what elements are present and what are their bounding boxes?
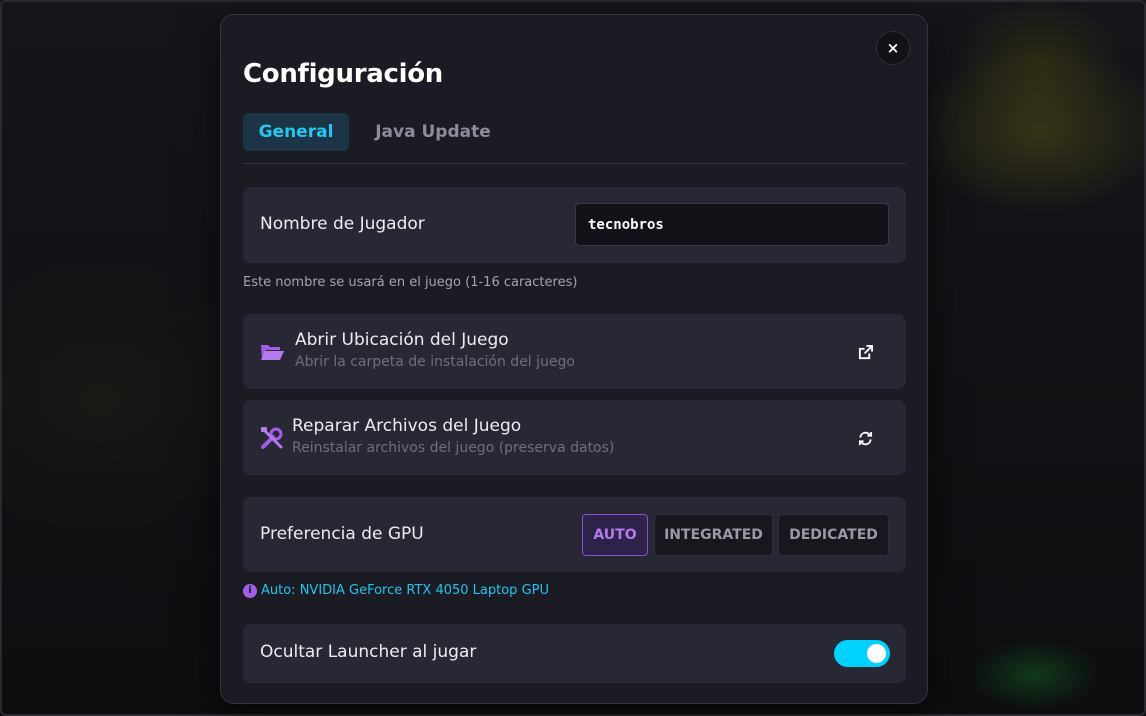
repair-files-card[interactable]: Reparar Archivos del Juego Reinstalar ar…	[243, 400, 906, 475]
player-name-card: Nombre de Jugador	[243, 187, 906, 263]
tab-bar: General Java Update	[243, 113, 906, 164]
player-name-input[interactable]	[575, 203, 889, 246]
gpu-option-dedicated[interactable]: DEDICATED	[778, 514, 889, 556]
gpu-info-text: Auto: NVIDIA GeForce RTX 4050 Laptop GPU	[261, 583, 549, 598]
hide-launcher-card: Ocultar Launcher al jugar	[243, 624, 906, 683]
external-link-icon	[858, 344, 873, 359]
modal-title: Configuración	[243, 59, 443, 89]
folder-open-icon	[261, 345, 284, 360]
open-location-title: Abrir Ubicación del Juego	[295, 330, 509, 350]
open-location-button[interactable]	[851, 338, 879, 366]
info-icon: i	[243, 583, 257, 598]
repair-files-title: Reparar Archivos del Juego	[292, 416, 522, 436]
tools-icon	[261, 427, 283, 449]
close-button[interactable]: ×	[876, 31, 910, 65]
tab-general[interactable]: General	[243, 113, 349, 151]
gpu-info: i Auto: NVIDIA GeForce RTX 4050 Laptop G…	[243, 583, 549, 598]
hide-launcher-toggle[interactable]	[834, 640, 890, 667]
repair-files-button[interactable]	[851, 424, 879, 452]
tab-java-update[interactable]: Java Update	[359, 113, 507, 151]
open-location-card[interactable]: Abrir Ubicación del Juego Abrir la carpe…	[243, 314, 906, 389]
gpu-option-integrated[interactable]: INTEGRATED	[654, 514, 773, 556]
refresh-icon	[858, 431, 872, 445]
gpu-preference-label: Preferencia de GPU	[260, 524, 424, 544]
hide-launcher-label: Ocultar Launcher al jugar	[260, 642, 477, 662]
player-name-hint: Este nombre se usará en el juego (1-16 c…	[243, 275, 578, 290]
settings-modal: × Configuración General Java Update Nomb…	[220, 14, 928, 704]
gpu-option-auto[interactable]: AUTO	[582, 514, 648, 556]
open-location-subtitle: Abrir la carpeta de instalación del jueg…	[295, 354, 575, 370]
close-icon: ×	[886, 39, 900, 57]
toggle-knob	[867, 644, 886, 663]
gpu-preference-card: Preferencia de GPU AUTO INTEGRATED DEDIC…	[243, 497, 906, 572]
repair-files-subtitle: Reinstalar archivos del juego (preserva …	[292, 440, 615, 456]
player-name-label: Nombre de Jugador	[260, 214, 425, 234]
